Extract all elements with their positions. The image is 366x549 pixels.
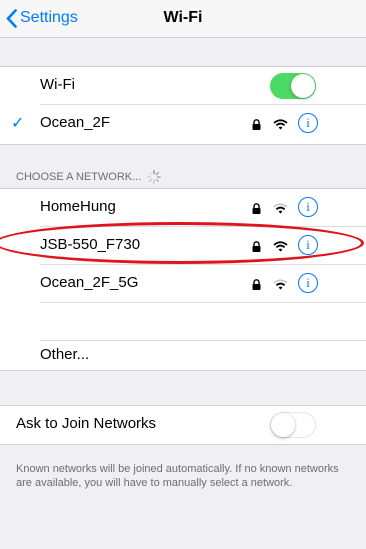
lock-icon [252,240,261,252]
network-status-icons [252,275,288,293]
info-button[interactable]: i [298,273,318,293]
info-button[interactable]: i [298,197,318,217]
spinner-icon [147,170,161,184]
toggle-knob [271,413,295,437]
ask-join-footer-text: Known networks will be joined automatica… [16,463,339,489]
info-button[interactable]: i [298,235,318,255]
network-row-ocean-2f-5g[interactable]: Ocean_2F_5G i [0,265,366,303]
networks-section-header: CHOOSE A NETWORK... [16,170,161,184]
networks-section-title: CHOOSE A NETWORK... [16,171,142,183]
connected-network-name: Ocean_2F [40,114,111,131]
lock-icon [252,278,261,290]
wifi-group: Wi-Fi ✓ Ocean_2F i [0,66,366,145]
info-button[interactable]: i [298,113,318,133]
wifi-icon [273,278,288,290]
network-row-jsb-550-f730[interactable]: JSB-550_F730 i [0,227,366,265]
available-networks-group: HomeHung i JSB-550_F730 i Ocean_2F_5G i … [0,188,366,371]
network-name: JSB-550_F730 [40,236,141,253]
wifi-icon [273,202,288,214]
network-name: Ocean_2F_5G [40,274,139,291]
wifi-icon [273,240,288,252]
wifi-toggle[interactable] [270,73,316,99]
lock-icon [252,202,261,214]
network-row-blank [0,303,366,341]
network-name: HomeHung [40,198,116,215]
checkmark-icon: ✓ [11,115,25,132]
ask-join-toggle[interactable] [270,412,316,438]
toggle-knob [291,74,315,98]
other-network-label: Other... [40,346,90,363]
network-status-icons [252,237,288,255]
network-status-icons [252,115,288,133]
ask-join-row: Ask to Join Networks [0,406,366,444]
connected-network-row[interactable]: ✓ Ocean_2F i [0,105,366,143]
wifi-toggle-row: Wi-Fi [0,67,366,105]
ask-join-group: Ask to Join Networks [0,405,366,445]
lock-icon [252,118,261,130]
other-network-row[interactable]: Other... [0,337,366,375]
ask-join-label: Ask to Join Networks [16,415,157,432]
navigation-bar: Settings Wi-Fi [0,0,366,38]
wifi-toggle-label: Wi-Fi [40,76,75,93]
wifi-icon [273,118,288,130]
page-title: Wi-Fi [163,9,203,26]
network-row-homehung[interactable]: HomeHung i [0,189,366,227]
network-status-icons [252,199,288,217]
